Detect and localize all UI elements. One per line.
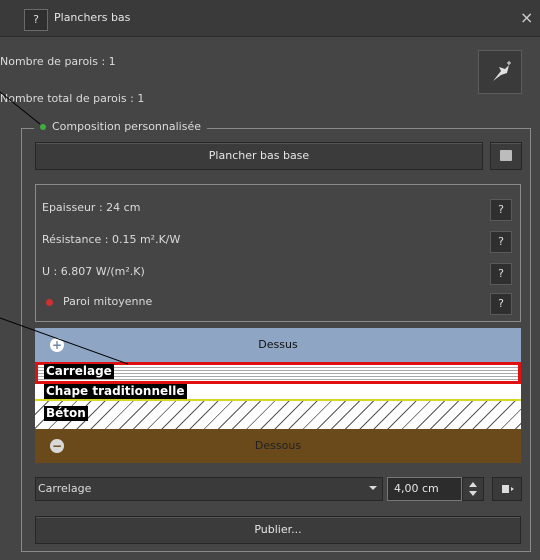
dessous-band: − Dessous — [35, 429, 521, 463]
thickness-input[interactable]: 4,00 cm — [387, 477, 462, 501]
mitoyenne-help-button[interactable]: ? — [490, 293, 512, 315]
paroi-mitoyenne-label: Paroi mitoyenne — [63, 295, 153, 308]
save-button[interactable] — [490, 142, 522, 170]
pin-button[interactable] — [478, 50, 522, 94]
pin-icon — [493, 61, 511, 81]
chevron-down-icon[interactable] — [364, 477, 382, 499]
dessus-label: Dessus — [258, 338, 298, 351]
title-bar: ? Planchers bas × — [0, 0, 540, 37]
thickness-stepper[interactable] — [462, 477, 484, 501]
resistance-help-button[interactable]: ? — [490, 231, 512, 253]
composition-legend[interactable]: Composition personnalisée — [34, 120, 207, 133]
planchers-bas-panel: ? Planchers bas × Nombre de parois : 1 N… — [0, 0, 540, 560]
material-select-value: Carrelage — [38, 482, 92, 495]
epaisseur-help-button[interactable]: ? — [490, 199, 512, 221]
layer-chape-label: Chape traditionnelle — [44, 384, 187, 399]
layer-carrelage-label: Carrelage — [44, 364, 114, 379]
help-button[interactable]: ? — [24, 9, 48, 31]
composition-legend-label: Composition personnalisée — [52, 120, 201, 133]
preset-button[interactable]: Plancher bas base — [35, 142, 483, 170]
publish-button[interactable]: Publier... — [35, 516, 521, 544]
window-title: Planchers bas — [54, 11, 131, 24]
epaisseur-text: Epaisseur : 24 cm — [42, 201, 141, 214]
dessous-label: Dessous — [254, 439, 302, 452]
layer-beton-label: Béton — [44, 406, 88, 421]
nombre-parois-text: Nombre de parois : 1 — [0, 55, 116, 68]
layer-beton[interactable] — [35, 399, 521, 429]
menu-icon — [502, 485, 514, 493]
material-select[interactable]: Carrelage — [35, 477, 383, 501]
nombre-total-parois-text: Nombre total de parois : 1 — [0, 92, 145, 105]
dessus-band: + Dessus — [35, 328, 521, 362]
u-help-button[interactable]: ? — [490, 263, 512, 285]
paroi-mitoyenne-toggle[interactable]: Paroi mitoyenne — [46, 295, 152, 308]
close-icon[interactable]: × — [520, 8, 533, 27]
green-dot-icon — [40, 123, 46, 130]
red-dot-icon — [46, 298, 53, 306]
layer-options-button[interactable] — [492, 477, 522, 501]
thickness-value: 4,00 cm — [394, 482, 439, 495]
save-icon — [500, 150, 512, 161]
resistance-text: Résistance : 0.15 m².K/W — [42, 233, 181, 246]
u-value-text: U : 6.807 W/(m².K) — [42, 265, 145, 278]
